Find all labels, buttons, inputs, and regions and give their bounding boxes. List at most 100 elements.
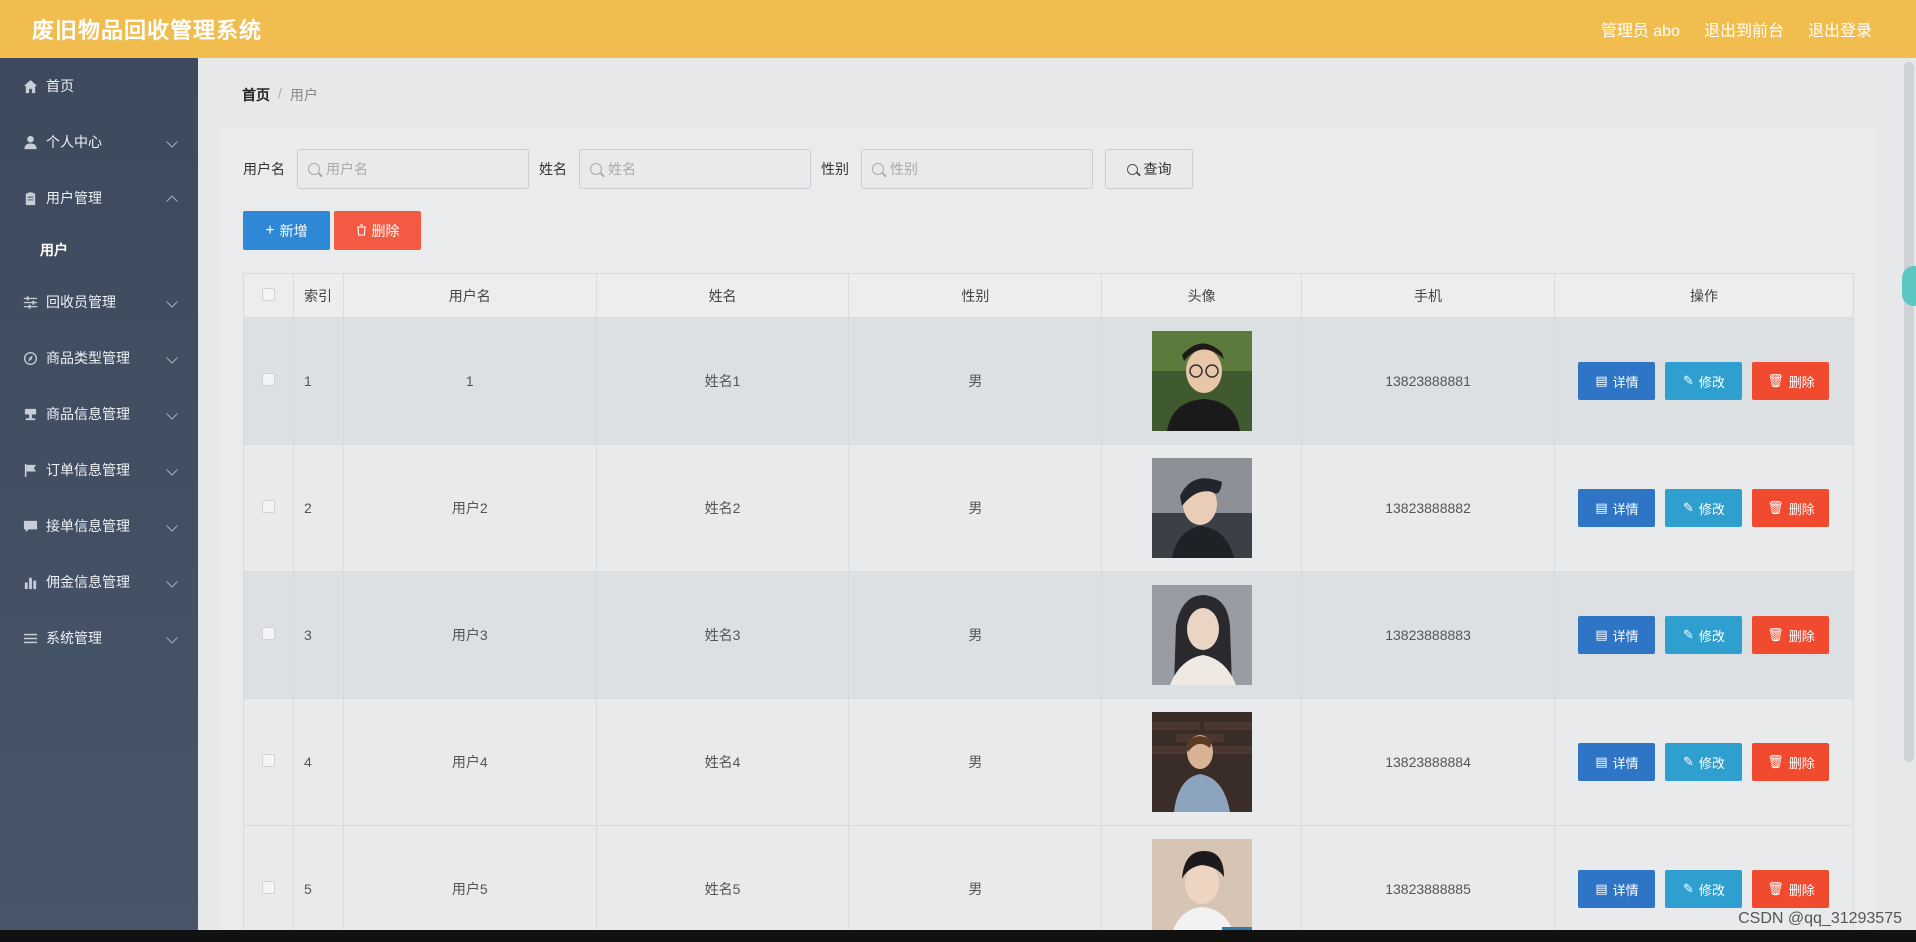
sidebar-item-order-info-management[interactable]: 订单信息管理: [0, 442, 198, 498]
detail-button[interactable]: ▤ 详情: [1578, 743, 1656, 781]
gender-search-field[interactable]: [861, 149, 1093, 189]
table-row: 5 用户5 姓名5 男 13823888885 ▤ 详情 ✎ 修改 🗑 删除: [243, 825, 1855, 942]
gender-input[interactable]: [890, 161, 1070, 177]
cell-username: 用户2: [342, 444, 597, 572]
chevron-down-icon: [166, 352, 178, 364]
search-icon: [872, 163, 884, 175]
add-button[interactable]: + 新增: [243, 211, 330, 250]
row-checkbox[interactable]: [261, 881, 275, 894]
logout-link[interactable]: 退出登录: [1808, 17, 1872, 41]
row-actions: ▤ 详情 ✎ 修改 🗑 删除: [1555, 616, 1853, 654]
cell-phone: 13823888884: [1301, 698, 1555, 826]
select-all-cell: [243, 273, 294, 318]
search-bar: 用户名 姓名 性别 查询: [243, 149, 1193, 189]
sidebar-item-product-info-management[interactable]: 商品信息管理: [0, 386, 198, 442]
gender-label: 性别: [821, 161, 849, 177]
app-title: 废旧物品回收管理系统: [32, 18, 263, 43]
sidebar-item-recycler-management[interactable]: 回收员管理: [0, 274, 198, 330]
sidebar-item-accept-order-management[interactable]: 接单信息管理: [0, 498, 198, 554]
row-checkbox[interactable]: [261, 754, 275, 767]
sidebar-item-label: 接单信息管理: [46, 518, 130, 534]
pencil-icon: ✎: [1683, 627, 1694, 642]
detail-button[interactable]: ▤ 详情: [1578, 362, 1656, 400]
trash-icon: [356, 223, 367, 239]
col-gender: 性别: [848, 273, 1103, 318]
edit-button[interactable]: ✎ 修改: [1665, 362, 1743, 400]
plus-icon: +: [265, 221, 275, 239]
trash-icon: 🗑: [1767, 754, 1784, 769]
batch-delete-button[interactable]: 删除: [334, 211, 421, 250]
col-username: 用户名: [342, 273, 597, 318]
cell-gender: 男: [848, 444, 1103, 572]
table-row: 2 用户2 姓名2 男 13823888882 ▤ 详情 ✎ 修改 🗑 删除: [243, 444, 1855, 572]
row-actions: ▤ 详情 ✎ 修改 🗑 删除: [1555, 362, 1853, 400]
sidebar-item-user-management[interactable]: 用户管理: [0, 170, 198, 226]
flag-icon: [22, 462, 38, 478]
sidebar-item-label: 系统管理: [46, 630, 102, 646]
sidebar-item-personal-center[interactable]: 个人中心: [0, 114, 198, 170]
detail-button[interactable]: ▤ 详情: [1578, 489, 1656, 527]
breadcrumb-home[interactable]: 首页: [242, 85, 270, 105]
username-input[interactable]: [326, 161, 506, 177]
delete-button-label: 删除: [1788, 374, 1815, 390]
row-actions: ▤ 详情 ✎ 修改 🗑 删除: [1555, 489, 1853, 527]
cell-actions: ▤ 详情 ✎ 修改 🗑 删除: [1553, 571, 1855, 699]
stamp-icon: [22, 406, 38, 422]
trash-icon: 🗑: [1767, 627, 1784, 642]
delete-button-label: 删除: [1788, 501, 1815, 517]
name-input[interactable]: [608, 161, 788, 177]
username-search-field[interactable]: [297, 149, 529, 189]
edit-button[interactable]: ✎ 修改: [1665, 489, 1743, 527]
header-actions: 管理员 abo 退出到前台 退出登录: [1601, 17, 1872, 41]
edit-button[interactable]: ✎ 修改: [1665, 616, 1743, 654]
document-icon: ▤: [1595, 627, 1608, 642]
delete-button[interactable]: 🗑 删除: [1752, 362, 1830, 400]
delete-button[interactable]: 🗑 删除: [1752, 743, 1830, 781]
compass-icon: [22, 350, 38, 366]
avatar: [1151, 839, 1252, 939]
avatar: [1151, 712, 1252, 812]
name-search-field[interactable]: [579, 149, 811, 189]
col-index: 索引: [292, 273, 344, 318]
detail-button[interactable]: ▤ 详情: [1578, 870, 1656, 908]
detail-button[interactable]: ▤ 详情: [1578, 616, 1656, 654]
search-icon: [308, 163, 320, 175]
edit-button[interactable]: ✎ 修改: [1665, 743, 1743, 781]
delete-button[interactable]: 🗑 删除: [1752, 616, 1830, 654]
sidebar-subitem-user[interactable]: 用户: [0, 226, 198, 274]
cell-phone: 13823888885: [1301, 825, 1555, 942]
col-actions: 操作: [1553, 273, 1855, 318]
cell-index: 3: [292, 571, 344, 699]
delete-button[interactable]: 🗑 删除: [1752, 489, 1830, 527]
cell-index: 4: [292, 698, 344, 826]
sidebar-item-product-type-management[interactable]: 商品类型管理: [0, 330, 198, 386]
query-button[interactable]: 查询: [1105, 149, 1193, 189]
cell-name: 姓名1: [595, 317, 850, 445]
back-to-front-link[interactable]: 退出到前台: [1704, 17, 1784, 41]
side-floating-tab[interactable]: [1902, 266, 1916, 306]
cell-name: 姓名5: [595, 825, 850, 942]
search-icon: [1126, 163, 1138, 175]
sidebar-item-commission-management[interactable]: 佣金信息管理: [0, 554, 198, 610]
sidebar: 首页 个人中心 用户管理 用户 回收员管理 商品类型管理 商品信息管理 订单信息…: [0, 58, 198, 930]
cell-index: 1: [292, 317, 344, 445]
edit-button[interactable]: ✎ 修改: [1665, 870, 1743, 908]
vertical-scrollbar[interactable]: [1904, 62, 1914, 762]
sidebar-item-label: 商品类型管理: [46, 350, 130, 366]
sidebar-item-system-management[interactable]: 系统管理: [0, 610, 198, 666]
cell-avatar: [1101, 317, 1303, 445]
avatar: [1151, 585, 1252, 685]
sidebar-item-label: 回收员管理: [46, 294, 116, 310]
cell-username: 用户3: [342, 571, 597, 699]
delete-button-label: 删除: [1788, 628, 1815, 644]
pencil-icon: ✎: [1683, 754, 1694, 769]
cell-actions: ▤ 详情 ✎ 修改 🗑 删除: [1553, 444, 1855, 572]
row-checkbox[interactable]: [261, 373, 275, 386]
row-checkbox[interactable]: [261, 500, 275, 513]
add-button-label: 新增: [279, 222, 308, 239]
row-checkbox[interactable]: [261, 627, 275, 640]
delete-button[interactable]: 🗑 删除: [1752, 870, 1830, 908]
user-table: 索引 用户名 姓名 性别 头像 手机 操作 1 1 姓名1 男 13823888…: [243, 273, 1855, 942]
select-all-checkbox[interactable]: [261, 287, 275, 301]
sidebar-item-home[interactable]: 首页: [0, 58, 198, 114]
